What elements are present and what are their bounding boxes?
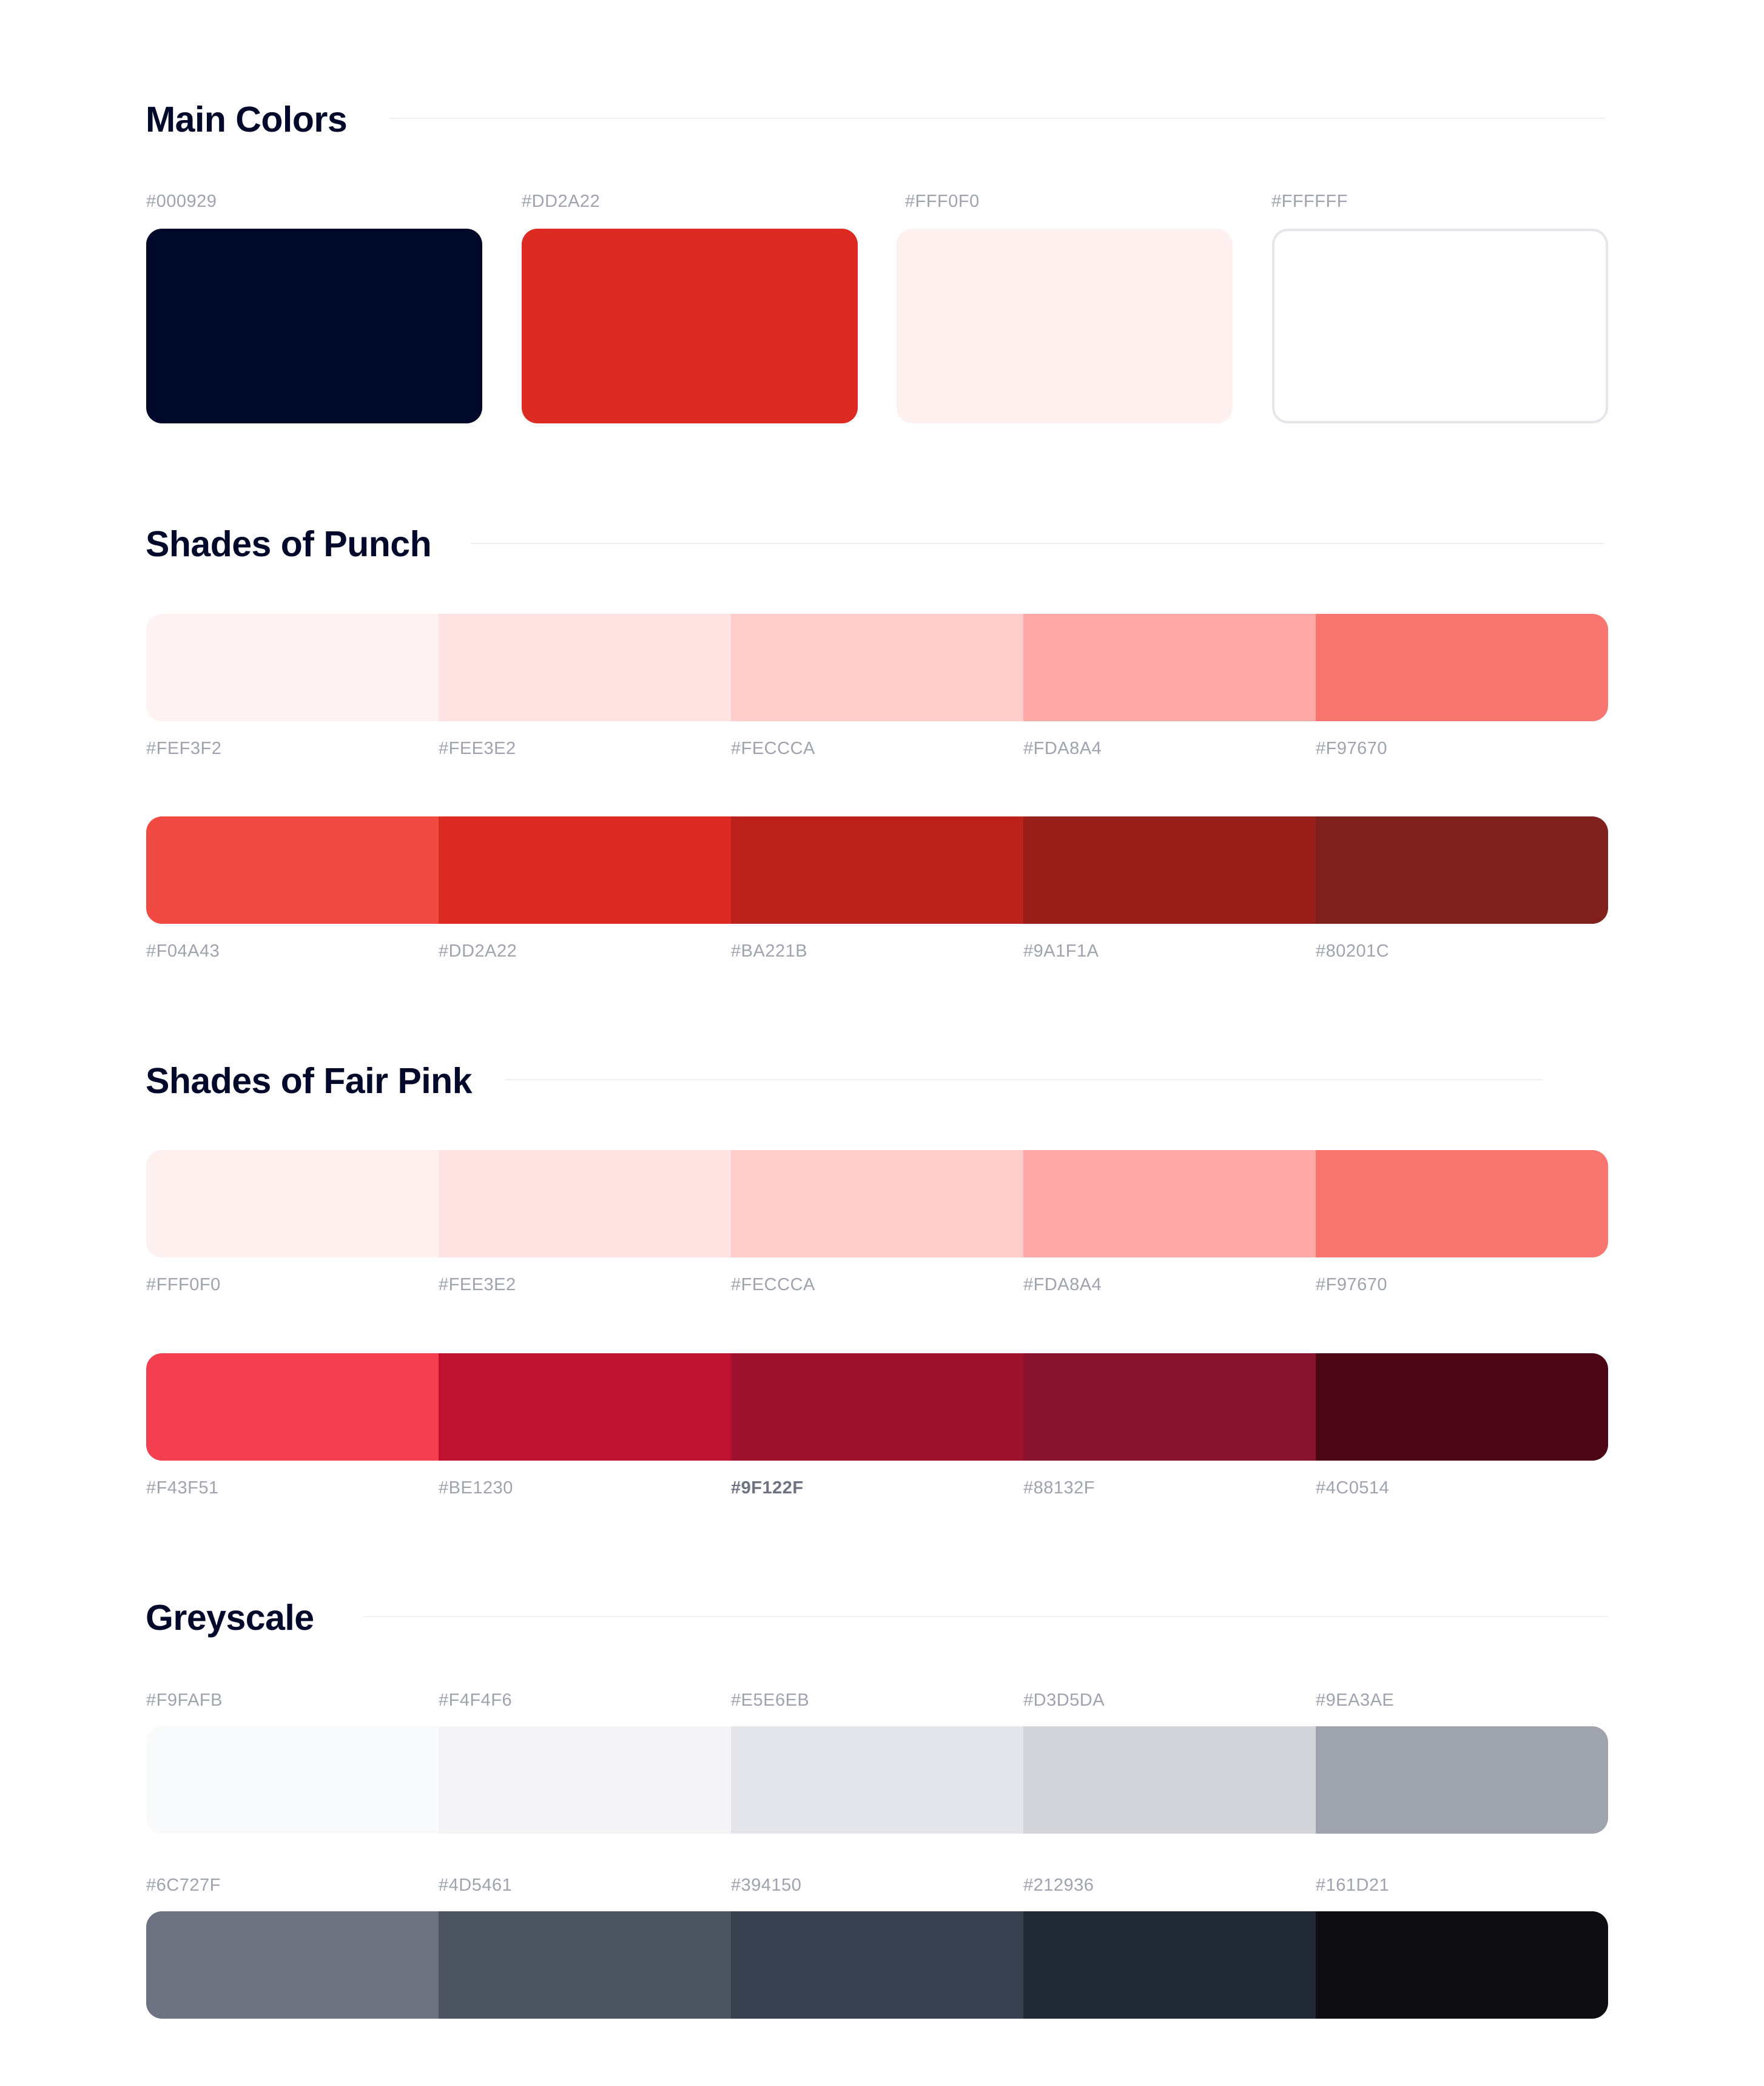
color-cell[interactable]	[1316, 1726, 1608, 1834]
color-cell[interactable]	[1316, 1353, 1608, 1461]
greyscale-title: Greyscale	[146, 1598, 314, 1638]
color-cell[interactable]	[731, 816, 1023, 924]
shades-of-punch-title: Shades of Punch	[146, 524, 432, 564]
main-colors-divider	[389, 118, 1604, 119]
color-hex-label: #BA221B	[731, 941, 808, 961]
main-color-hex-label: #FFFFFF	[1271, 192, 1348, 211]
color-hex-label: #D3D5DA	[1023, 1691, 1105, 1710]
color-cell[interactable]	[1023, 1353, 1316, 1461]
color-hex-label: #DD2A22	[439, 941, 517, 961]
color-hex-label: #212936	[1023, 1876, 1094, 1895]
color-hex-label: #FECCCA	[731, 739, 815, 758]
color-cell[interactable]	[146, 614, 439, 721]
shades-of-punch-divider	[471, 543, 1604, 544]
color-cell[interactable]	[439, 1911, 731, 2019]
main-color-swatch[interactable]	[897, 229, 1233, 423]
color-cell[interactable]	[731, 1353, 1023, 1461]
color-hex-label: #9EA3AE	[1316, 1691, 1395, 1710]
main-color-swatch[interactable]	[146, 229, 482, 423]
main-color-hex-label: #000929	[146, 192, 217, 211]
color-hex-label: #E5E6EB	[731, 1691, 810, 1710]
shades-of-fair-pink-title: Shades of Fair Pink	[146, 1061, 473, 1101]
greyscale-divider	[363, 1616, 1608, 1617]
greyscale-dark-strip	[146, 1911, 1608, 2019]
color-cell[interactable]	[146, 816, 439, 924]
color-hex-label: #9F122F	[731, 1478, 804, 1498]
color-cell[interactable]	[731, 1150, 1023, 1257]
color-hex-label: #80201C	[1316, 941, 1390, 961]
color-cell[interactable]	[1023, 1726, 1316, 1834]
color-cell[interactable]	[146, 1150, 439, 1257]
color-hex-label: #88132F	[1023, 1478, 1095, 1498]
color-cell[interactable]	[731, 1726, 1023, 1834]
color-hex-label: #FEE3E2	[439, 739, 516, 758]
color-hex-label: #FFF0F0	[146, 1275, 221, 1294]
color-hex-label: #F43F51	[146, 1478, 219, 1498]
punch-light-strip	[146, 614, 1608, 721]
color-cell[interactable]	[1316, 816, 1608, 924]
color-cell[interactable]	[731, 614, 1023, 721]
color-hex-label: #FEE3E2	[439, 1275, 516, 1294]
main-color-swatch[interactable]	[1272, 229, 1608, 423]
color-hex-label: #F04A43	[146, 941, 220, 961]
shades-of-fair-pink-divider	[505, 1079, 1543, 1080]
color-cell[interactable]	[1023, 614, 1316, 721]
punch-dark-strip	[146, 816, 1608, 924]
color-hex-label: #394150	[731, 1876, 802, 1895]
color-cell[interactable]	[1023, 1911, 1316, 2019]
color-hex-label: #FECCCA	[731, 1275, 815, 1294]
color-cell[interactable]	[439, 1353, 731, 1461]
color-cell[interactable]	[1023, 816, 1316, 924]
color-cell[interactable]	[146, 1726, 439, 1834]
color-hex-label: #161D21	[1316, 1876, 1390, 1895]
main-color-hex-label: #FFF0F0	[905, 192, 980, 211]
color-hex-label: #FEF3F2	[146, 739, 222, 758]
color-cell[interactable]	[146, 1353, 439, 1461]
color-cell[interactable]	[439, 614, 731, 721]
color-hex-label: #6C727F	[146, 1876, 221, 1895]
color-hex-label: #F4F4F6	[439, 1691, 513, 1710]
greyscale-light-strip	[146, 1726, 1608, 1834]
main-color-swatch[interactable]	[522, 229, 858, 423]
color-cell[interactable]	[1316, 614, 1608, 721]
color-cell[interactable]	[439, 1150, 731, 1257]
color-hex-label: #FDA8A4	[1023, 1275, 1102, 1294]
color-cell[interactable]	[731, 1911, 1023, 2019]
color-hex-label: #BE1230	[439, 1478, 513, 1498]
color-hex-label: #4C0514	[1316, 1478, 1390, 1498]
fair-pink-dark-strip	[146, 1353, 1608, 1461]
color-hex-label: #F9FAFB	[146, 1691, 223, 1710]
color-cell[interactable]	[146, 1911, 439, 2019]
color-cell[interactable]	[1316, 1150, 1608, 1257]
color-cell[interactable]	[1316, 1911, 1608, 2019]
color-cell[interactable]	[439, 1726, 731, 1834]
color-hex-label: #9A1F1A	[1023, 941, 1099, 961]
color-cell[interactable]	[1023, 1150, 1316, 1257]
fair-pink-light-strip	[146, 1150, 1608, 1257]
color-hex-label: #F97670	[1316, 739, 1387, 758]
main-color-hex-label: #DD2A22	[522, 192, 601, 211]
color-hex-label: #F97670	[1316, 1275, 1387, 1294]
main-colors-title: Main Colors	[146, 99, 348, 140]
color-hex-label: #FDA8A4	[1023, 739, 1102, 758]
color-hex-label: #4D5461	[439, 1876, 513, 1895]
color-cell[interactable]	[439, 816, 731, 924]
